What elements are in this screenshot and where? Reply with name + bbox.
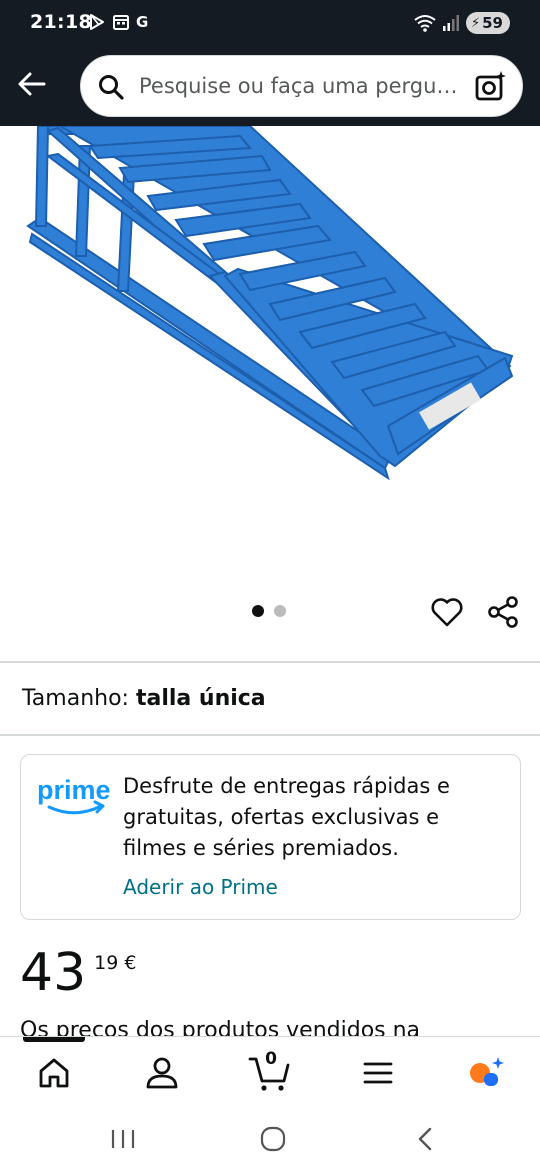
status-time: 21:18 (30, 11, 92, 33)
wifi-icon (414, 15, 436, 32)
size-label: Tamanho: (22, 686, 129, 711)
back-button-icon[interactable] (410, 1124, 440, 1154)
cart-button[interactable]: 0 (248, 1049, 292, 1095)
image-pager[interactable] (252, 605, 286, 617)
cart-count: 0 (265, 1049, 277, 1069)
status-icons-right: ⚡ 59 (414, 12, 510, 34)
size-value: talla única (135, 686, 266, 711)
battery-indicator: ⚡ 59 (465, 12, 510, 34)
status-bar: 21:18 G ⚡ 59 (0, 0, 540, 46)
price-fraction: 19 € (94, 952, 137, 974)
calendar-icon (113, 15, 129, 30)
join-prime-link[interactable]: Aderir ao Prime (123, 875, 278, 899)
search-icon (99, 75, 124, 100)
camera-search-icon[interactable] (474, 70, 508, 104)
product-price: 43 19 € (20, 944, 136, 1002)
prime-logo-text: prime (37, 775, 111, 805)
system-navigation (0, 1108, 540, 1170)
google-icon: G (136, 13, 149, 31)
rufus-assistant-icon[interactable] (464, 1051, 508, 1095)
recent-apps-icon[interactable] (108, 1124, 138, 1154)
search-header: Pesquise ou faça uma pergunta (0, 46, 540, 126)
home-icon[interactable] (32, 1051, 76, 1095)
back-arrow-icon[interactable] (14, 66, 50, 102)
prime-logo: prime (37, 775, 111, 815)
size-selector: Tamanho: talla única (22, 686, 266, 711)
car-ramp-illustration (26, 126, 514, 481)
prime-description: Desfrute de entregas rápidas e gratuitas… (123, 774, 450, 860)
pager-dot-2[interactable] (274, 605, 286, 617)
divider (0, 734, 540, 736)
active-tab-indicator (23, 1037, 85, 1042)
search-input[interactable]: Pesquise ou faça uma pergunta (139, 74, 469, 98)
search-bar[interactable]: Pesquise ou faça uma pergunta (80, 55, 523, 117)
play-store-icon (90, 14, 104, 30)
charging-icon: ⚡ (470, 15, 481, 31)
home-button-icon[interactable] (258, 1124, 288, 1154)
account-icon[interactable] (140, 1051, 184, 1095)
status-icons-left: G (88, 12, 148, 32)
signal-icon (442, 15, 459, 31)
share-icon[interactable] (486, 595, 520, 629)
price-note: Os preços dos produtos vendidos na (20, 1018, 421, 1036)
heart-icon[interactable] (430, 596, 464, 628)
menu-icon[interactable] (356, 1051, 400, 1095)
product-image[interactable] (0, 126, 540, 586)
battery-level: 59 (482, 14, 503, 32)
divider (0, 661, 540, 663)
bottom-navigation: 0 (0, 1036, 540, 1108)
price-whole: 43 (20, 943, 87, 1003)
prime-promo-card[interactable]: prime Desfrute de entregas rápidas e gra… (20, 754, 521, 920)
pager-dot-1[interactable] (252, 605, 264, 617)
